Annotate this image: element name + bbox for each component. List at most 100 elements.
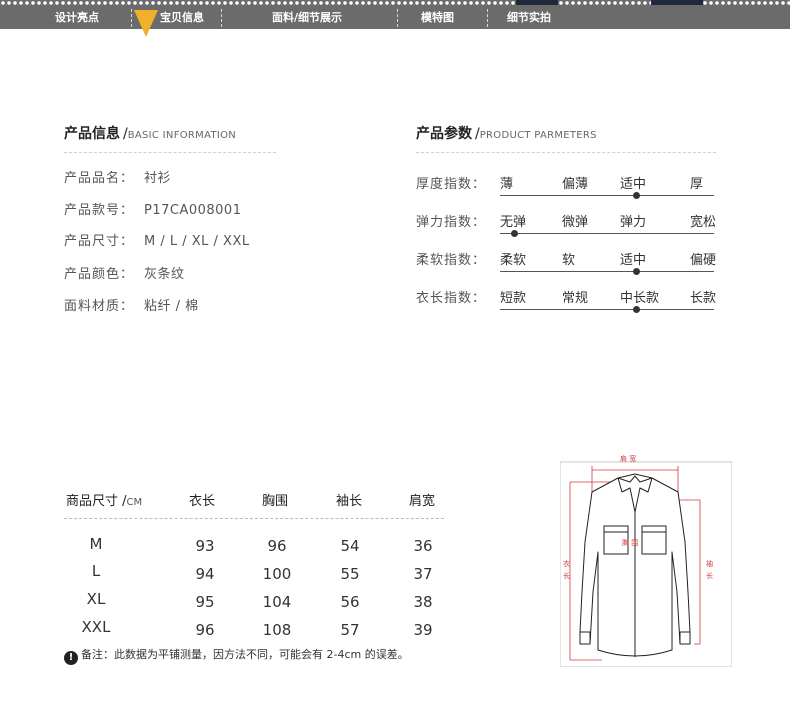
info-value: 灰条纹 — [144, 267, 185, 282]
param-option: 宽松 — [690, 215, 717, 230]
info-row-name: 产品品名： 衬衫 — [64, 167, 171, 186]
info-label: 产品品名： — [64, 171, 135, 186]
measurement-cell: 36 — [413, 537, 433, 555]
measurement-cell: 96 — [267, 537, 287, 555]
measurement-cell: 95 — [195, 593, 215, 611]
param-option: 适中 — [620, 177, 647, 192]
info-label: 产品款号： — [64, 203, 135, 218]
param-scale-line — [500, 309, 714, 310]
param-option: 弹力 — [620, 215, 647, 230]
info-value: M / L / XL / XXL — [144, 234, 250, 249]
info-row-material: 面料材质： 粘纤 / 棉 — [64, 295, 199, 314]
measurement-note: ! 备注：此数据为平铺测量，因方法不同，可能会有 2-4cm 的误差。 — [64, 646, 409, 665]
param-scale-line — [500, 271, 714, 272]
nav-separator — [397, 9, 398, 27]
param-option: 厚 — [690, 177, 704, 192]
param-label: 厚度指数： — [416, 177, 487, 192]
measurement-cell: 55 — [340, 565, 360, 583]
param-option: 无弹 — [500, 215, 527, 230]
column-header-sleeve: 袖长 — [336, 494, 363, 509]
shirt-outline — [579, 473, 691, 657]
measurement-cell: 94 — [195, 565, 215, 583]
param-option: 偏薄 — [562, 177, 589, 192]
size-cell: XL — [86, 590, 106, 608]
param-selected-dot — [633, 306, 640, 313]
product-info-subtitle: BASIC INFORMATION — [127, 130, 237, 141]
product-params-title-text: 产品参数 — [416, 126, 472, 142]
divider — [416, 152, 716, 153]
product-info-title: 产品信息/BASIC INFORMATION — [64, 126, 237, 142]
nav-item-design-highlights[interactable]: 设计亮点 — [55, 10, 99, 26]
measurement-cell: 37 — [413, 565, 433, 583]
measurement-cell: 38 — [413, 593, 433, 611]
sleeve-label-char: 长 — [706, 571, 713, 580]
param-scale-line — [500, 195, 714, 196]
info-label: 产品颜色： — [64, 267, 135, 282]
nav-item-product-info[interactable]: 宝贝信息 — [160, 10, 204, 26]
nav-separator — [487, 9, 488, 27]
param-option: 长款 — [690, 291, 717, 306]
size-header-unit: CM — [126, 497, 143, 508]
shirt-measurement-diagram: 肩 宽 胸 围 衣长袖长 — [560, 454, 732, 667]
length-label-char: 长 — [563, 571, 570, 580]
info-row-size: 产品尺寸： M / L / XL / XXL — [64, 230, 250, 249]
note-text: 备注：此数据为平铺测量，因方法不同，可能会有 2-4cm 的误差。 — [81, 648, 409, 661]
info-label: 产品尺寸： — [64, 234, 135, 249]
param-selected-dot — [633, 268, 640, 275]
length-label-char: 衣 — [563, 559, 570, 568]
nav-separator — [221, 9, 222, 27]
measurement-cell: 96 — [195, 621, 215, 639]
nav-decoration — [516, 0, 558, 5]
measurement-cell: 104 — [262, 593, 292, 611]
param-scale-line — [500, 233, 714, 234]
column-header-shoulder: 肩宽 — [409, 494, 436, 509]
pocket-flap-left — [603, 525, 629, 533]
warning-icon: ! — [64, 651, 78, 665]
info-value: 粘纤 / 棉 — [144, 299, 199, 314]
measurement-cell: 39 — [413, 621, 433, 639]
nav-separator — [131, 9, 132, 27]
param-selected-dot — [511, 230, 518, 237]
measurement-cell: 108 — [262, 621, 292, 639]
cuff-right — [679, 631, 691, 645]
info-value: P17CA008001 — [144, 203, 242, 218]
column-header-length: 衣长 — [189, 494, 216, 509]
param-label: 弹力指数： — [416, 215, 487, 230]
divider — [64, 152, 276, 153]
measurement-cell: 56 — [340, 593, 360, 611]
top-nav-bar: 设计亮点 宝贝信息 面料/细节展示 模特图 细节实拍 — [0, 0, 790, 37]
size-cell: L — [91, 562, 101, 580]
product-params-subtitle: PRODUCT PARMETERS — [479, 130, 597, 141]
cuff-left — [579, 631, 591, 645]
nav-item-detail-photos[interactable]: 细节实拍 — [507, 10, 551, 26]
product-params-title: 产品参数/PRODUCT PARMETERS — [416, 126, 597, 142]
shoulder-label: 肩 宽 — [620, 454, 636, 463]
product-info-title-text: 产品信息 — [64, 126, 120, 142]
measurement-cell: 93 — [195, 537, 215, 555]
info-row-style-number: 产品款号： P17CA008001 — [64, 199, 241, 218]
nav-item-model-photos[interactable]: 模特图 — [421, 10, 454, 26]
info-label: 面料材质： — [64, 299, 135, 314]
info-value: 衬衫 — [144, 171, 172, 186]
size-cell: M — [89, 535, 103, 553]
nav-item-fabric-details[interactable]: 面料/细节展示 — [272, 10, 342, 26]
size-cell: XXL — [81, 618, 111, 636]
param-option: 偏硬 — [690, 253, 717, 268]
pocket-flap-right — [641, 525, 667, 533]
param-label: 衣长指数： — [416, 291, 487, 306]
table-divider — [64, 518, 444, 519]
measurement-cell: 57 — [340, 621, 360, 639]
sleeve-label-char: 袖 — [706, 559, 713, 568]
column-header-chest: 胸围 — [262, 494, 289, 509]
param-selected-dot — [633, 192, 640, 199]
param-option: 常规 — [562, 291, 589, 306]
chest-label: 胸 围 — [622, 538, 638, 547]
param-label: 柔软指数： — [416, 253, 487, 268]
size-table-header: 商品尺寸 /CM — [66, 490, 142, 509]
param-option: 柔软 — [500, 253, 527, 268]
param-option: 软 — [562, 253, 576, 268]
param-option: 适中 — [620, 253, 647, 268]
active-tab-marker — [134, 10, 158, 37]
measurement-cell: 54 — [340, 537, 360, 555]
nav-decoration — [651, 0, 703, 5]
